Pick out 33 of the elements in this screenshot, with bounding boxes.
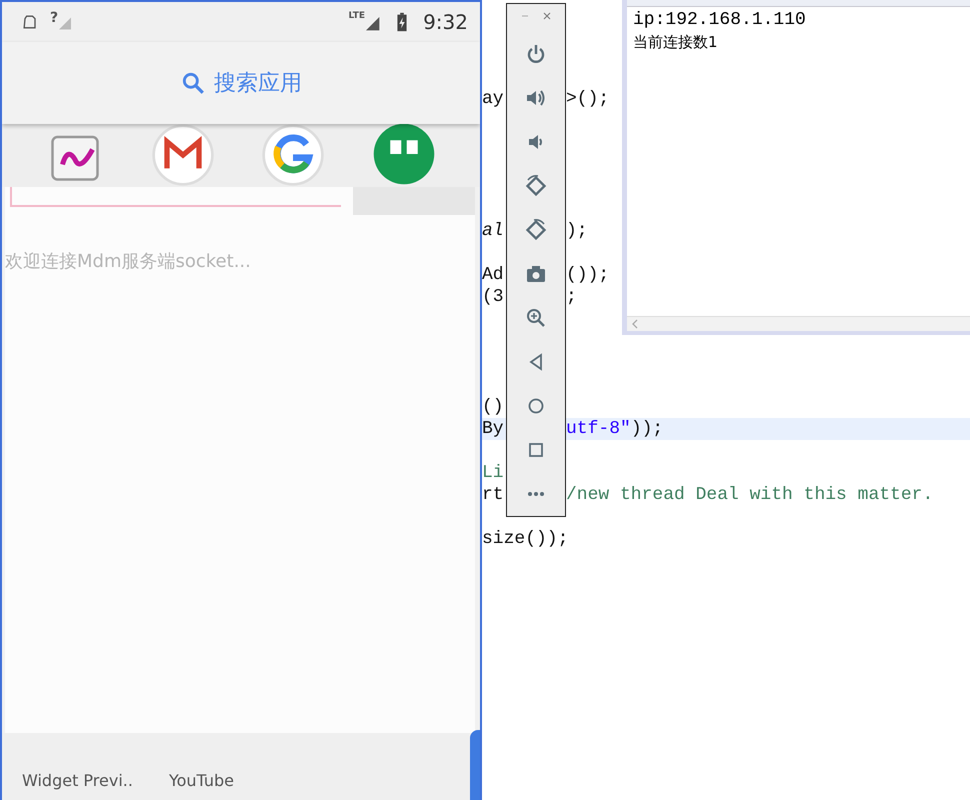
quote-bubble-app-icon [371,124,437,187]
code-text: size()); [482,529,568,549]
more-icon [526,491,546,497]
app-label[interactable]: Widget Previ.. [22,771,133,800]
code-text: ); [566,220,588,242]
status-time: 9:32 [423,10,468,34]
console-output: ip:192.168.1.110 [633,9,807,31]
horizontal-scrollbar[interactable] [627,316,970,335]
signal-question-mark: ? [50,10,58,26]
code-text: ay [482,89,504,109]
console-output: 当前连接数1 [633,32,719,53]
code-text: ; [566,286,577,308]
code-text: rt [482,485,504,505]
code-text: utf-8" [566,418,631,440]
code-comment: /new thread Deal with this matter. [566,484,934,506]
network-type: LTE [348,11,366,21]
code-text: (3 [482,287,504,307]
code-text: )); [630,418,664,440]
code-comment: Li [482,463,504,483]
search-icon [180,70,206,96]
code-text: () [482,397,504,417]
rotate-right-icon [524,218,548,242]
code-text: ()); [566,264,610,286]
message-input[interactable] [10,187,341,207]
scroll-left-icon [631,319,639,329]
code-text: >(); [566,88,610,110]
welcome-message: 欢迎连接Mdm服务端socket... [5,250,252,273]
code-text: al [482,221,504,241]
rotate-left-icon [524,174,548,198]
app-label[interactable]: YouTube [168,771,234,800]
code-text: By [482,419,504,439]
close-icon [541,10,553,22]
code-text: Ad [482,265,504,285]
